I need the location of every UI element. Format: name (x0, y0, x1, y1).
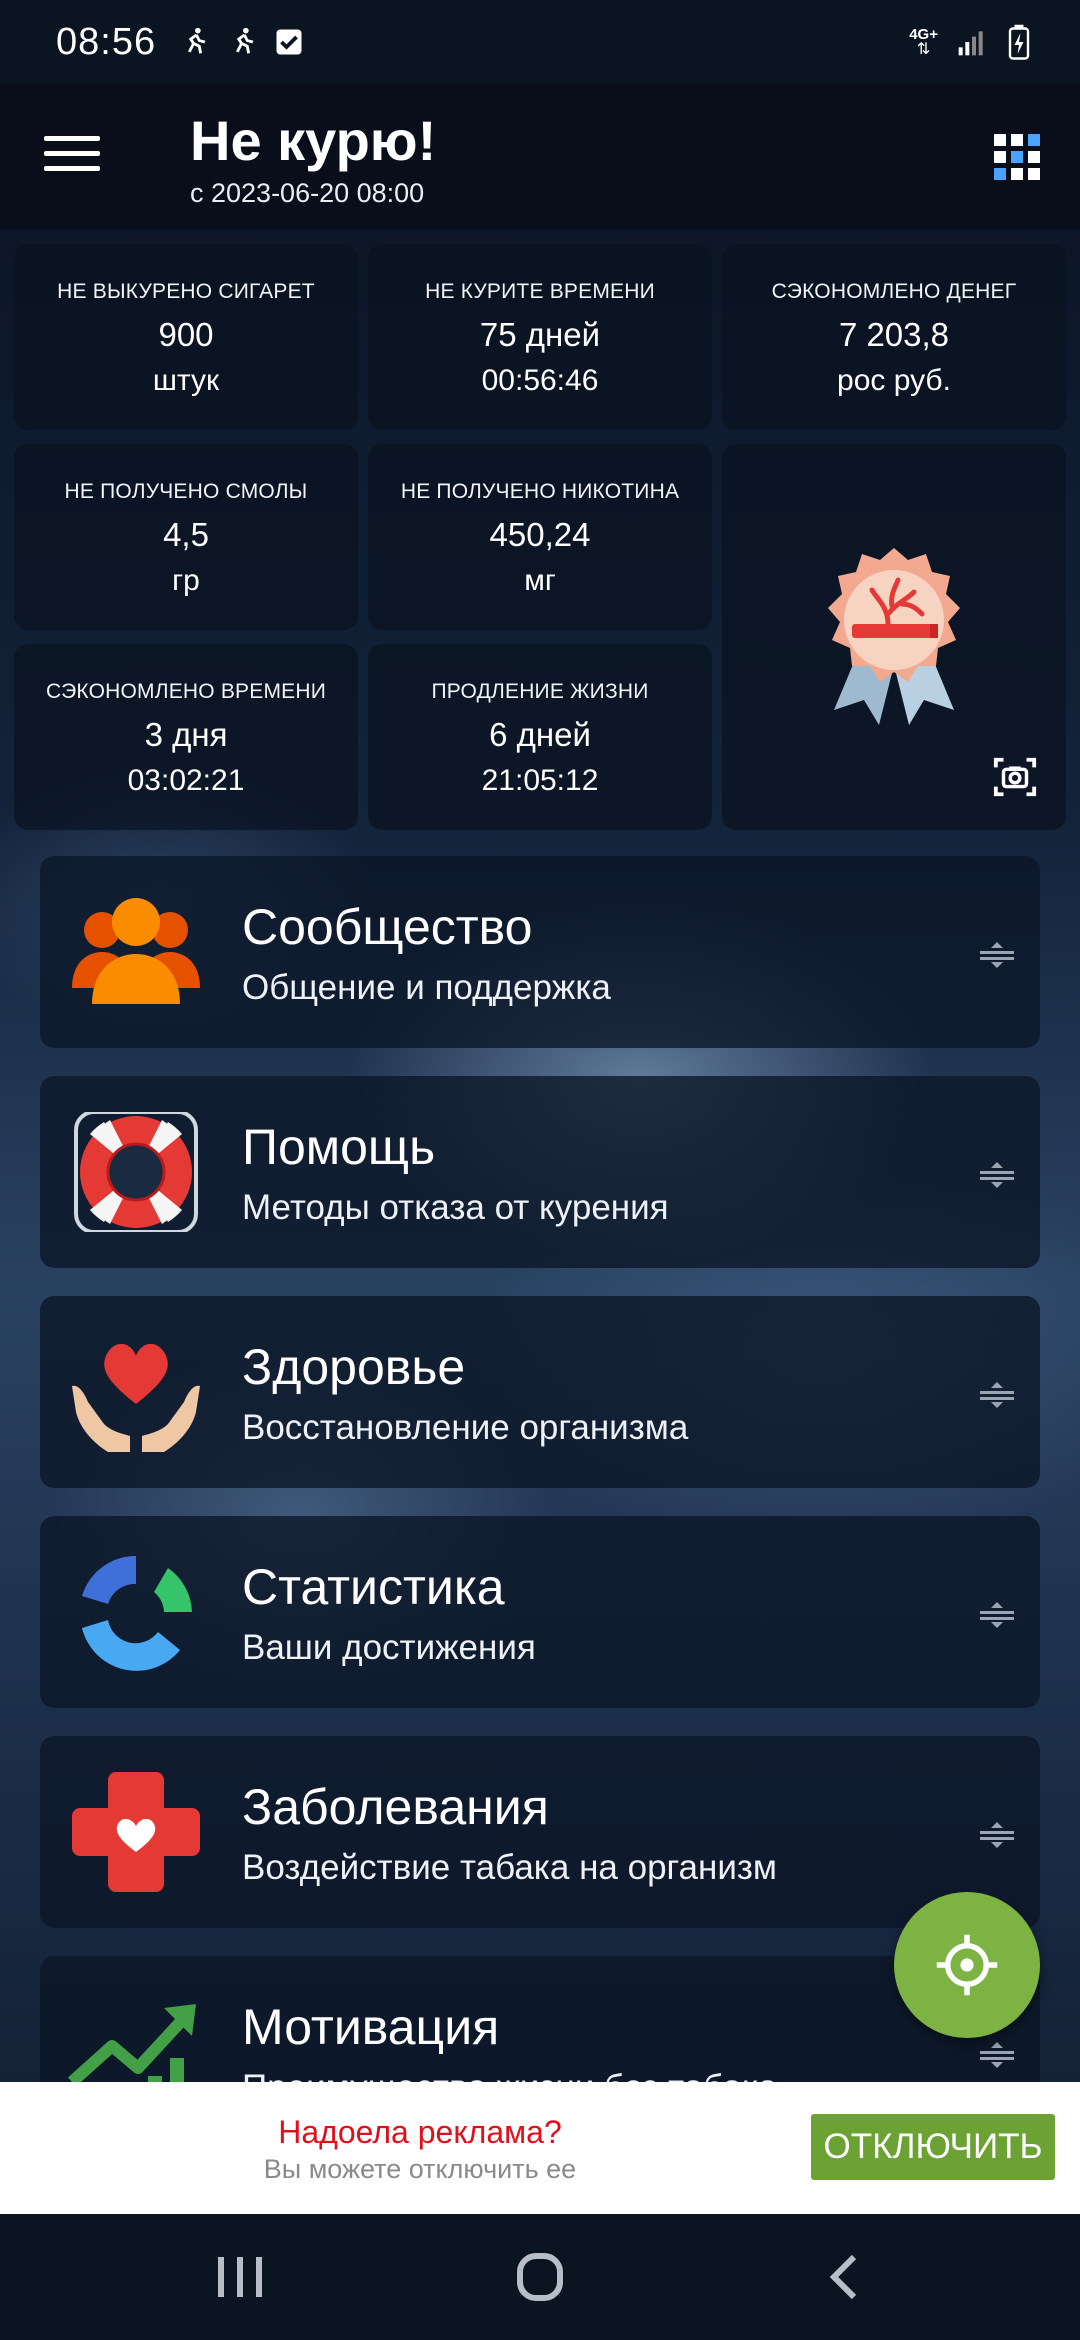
stat-value: 900 (158, 316, 214, 353)
stat-label: НЕ ВЫКУРЕНО СИГАРЕТ (57, 280, 315, 303)
app-bar: Не курю! с 2023-06-20 08:00 (0, 84, 1080, 230)
crosshair-icon (936, 1934, 998, 1996)
battery-charging-icon (1008, 24, 1030, 60)
heart-hands-icon (72, 1343, 200, 1452)
stat-value: 4,5 (163, 516, 209, 553)
system-nav-bar (0, 2214, 1080, 2340)
screenshot-icon[interactable] (992, 754, 1038, 800)
menu-title: Помощь (242, 1119, 436, 1175)
network-type: 4G+ (909, 25, 938, 43)
drag-handle-icon[interactable] (978, 1602, 1016, 1628)
community-icon (72, 898, 200, 1004)
running-icon (236, 27, 254, 54)
menu-item-help[interactable]: Помощь Методы отказа от курения (40, 1076, 1040, 1268)
lifebuoy-icon (74, 1112, 198, 1232)
menu-subtitle: Ваши достижения (242, 1628, 536, 1667)
stat-value: 6 дней (489, 716, 591, 753)
recent-apps-icon[interactable] (212, 2252, 268, 2302)
menu-title: Здоровье (242, 1339, 466, 1395)
stat-label: ПРОДЛЕНИЕ ЖИЗНИ (431, 680, 649, 703)
menu-title: Мотивация (242, 1999, 500, 2055)
menu-item-statistics[interactable]: Статистика Ваши достижения (40, 1516, 1040, 1708)
status-bar: 08:56 4G+ ⇅ (0, 0, 1080, 84)
signal-icon (958, 31, 983, 56)
stat-nicotine[interactable]: НЕ ПОЛУЧЕНО НИКОТИНА 450,24 мг (368, 444, 712, 630)
stat-label: НЕ КУРИТЕ ВРЕМЕНИ (425, 280, 655, 303)
stat-tar[interactable]: НЕ ПОЛУЧЕНО СМОЛЫ 4,5 гр (14, 444, 358, 630)
stat-value: 450,24 (489, 516, 591, 553)
drag-handle-icon[interactable] (978, 1822, 1016, 1848)
statistics-icon (82, 1555, 192, 1671)
stat-unit: штук (152, 364, 220, 397)
menu-subtitle: Общение и поддержка (242, 968, 611, 1007)
stat-unit: 21:05:12 (481, 764, 599, 797)
apps-grid-icon[interactable] (994, 134, 1040, 180)
menu-subtitle: Воздействие табака на организм (242, 1848, 777, 1887)
network-indicator: 4G+ ⇅ (909, 27, 938, 58)
checkbox-icon (276, 29, 302, 55)
stat-label: НЕ ПОЛУЧЕНО СМОЛЫ (64, 480, 308, 503)
stat-smoke-free-time[interactable]: НЕ КУРИТЕ ВРЕМЕНИ 75 дней 00:56:46 (368, 244, 712, 430)
drag-handle-icon[interactable] (978, 942, 1016, 968)
status-time: 08:56 (56, 20, 157, 63)
drag-handle-icon[interactable] (978, 1162, 1016, 1188)
stat-time-saved[interactable]: СЭКОНОМЛЕНО ВРЕМЕНИ 3 дня 03:02:21 (14, 644, 358, 830)
hamburger-menu-icon[interactable] (44, 136, 100, 180)
menu-subtitle: Восстановление организма (242, 1408, 689, 1447)
home-icon[interactable] (512, 2252, 568, 2302)
achievement-card[interactable] (722, 444, 1066, 830)
menu-title: Заболевания (242, 1779, 549, 1835)
medical-cross-icon (72, 1772, 200, 1892)
drag-handle-icon[interactable] (978, 2042, 1016, 2068)
stat-money-saved[interactable]: СЭКОНОМЛЕНО ДЕНЕГ 7 203,8 рос руб. (722, 244, 1066, 430)
menu-title: Сообщество (242, 899, 533, 955)
stat-cigarettes[interactable]: НЕ ВЫКУРЕНО СИГАРЕТ 900 штук (14, 244, 358, 430)
stat-unit: 00:56:46 (481, 364, 599, 397)
stat-unit: рос руб. (837, 364, 951, 397)
menu-title: Статистика (242, 1559, 505, 1615)
quit-date: с 2023-06-20 08:00 (190, 178, 425, 208)
drag-handle-icon[interactable] (978, 1382, 1016, 1408)
disable-ads-button[interactable]: ОТКЛЮЧИТЬ (811, 2114, 1055, 2180)
menu-item-diseases[interactable]: Заболевания Воздействие табака на органи… (40, 1736, 1040, 1928)
menu-subtitle: Методы отказа от курения (242, 1188, 669, 1227)
ad-banner: Надоела реклама? Вы можете отключить ее … (0, 2082, 1080, 2214)
app-title: Не курю! (190, 109, 437, 172)
stat-label: НЕ ПОЛУЧЕНО НИКОТИНА (400, 480, 680, 503)
stat-unit: гр (172, 564, 200, 597)
ad-subtitle: Вы можете отключить ее (263, 2154, 577, 2184)
ad-title: Надоела реклама? (278, 2114, 562, 2150)
target-fab-button[interactable] (894, 1892, 1040, 2038)
stat-label: СЭКОНОМЛЕНО ВРЕМЕНИ (45, 680, 327, 703)
achievement-badge-icon (828, 548, 960, 725)
stat-label: СЭКОНОМЛЕНО ДЕНЕГ (771, 280, 1017, 303)
stat-value: 3 дня (144, 716, 228, 753)
menu-item-health[interactable]: Здоровье Восстановление организма (40, 1296, 1040, 1488)
running-icon (188, 27, 206, 54)
data-arrows-icon: ⇅ (916, 40, 931, 58)
stat-unit: мг (524, 564, 556, 597)
stat-value: 75 дней (479, 316, 601, 353)
back-icon[interactable] (818, 2252, 874, 2302)
stat-life-extension[interactable]: ПРОДЛЕНИЕ ЖИЗНИ 6 дней 21:05:12 (368, 644, 712, 830)
stat-unit: 03:02:21 (127, 764, 245, 797)
menu-item-community[interactable]: Сообщество Общение и поддержка (40, 856, 1040, 1048)
stat-value: 7 203,8 (838, 316, 950, 353)
